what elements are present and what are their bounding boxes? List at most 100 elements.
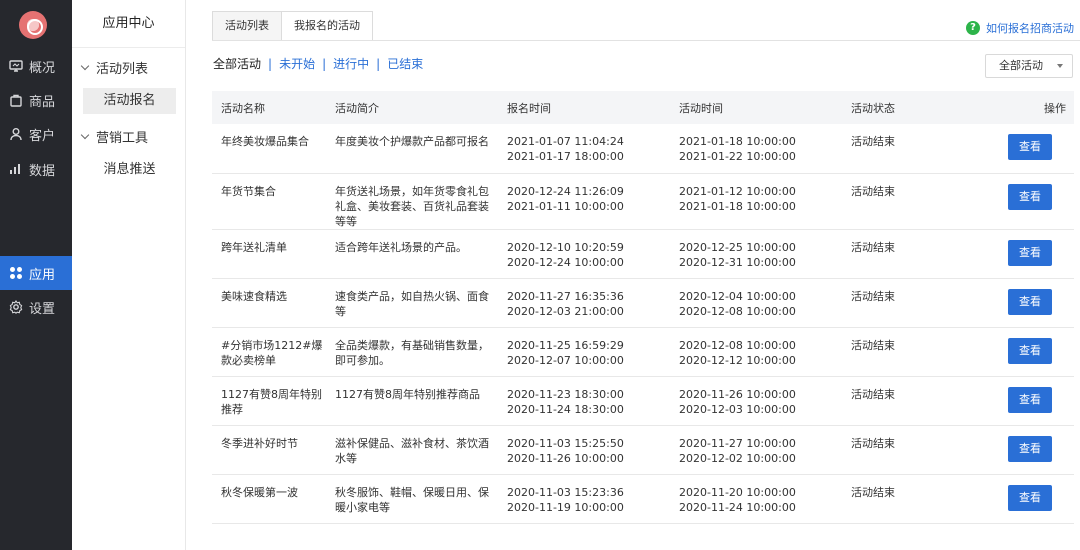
filter-not-started[interactable]: 未开始 — [279, 55, 315, 72]
activity-status: 活动结束 — [851, 436, 895, 450]
view-button[interactable]: 查看 — [1008, 239, 1052, 266]
activity-status: 活动结束 — [851, 240, 895, 254]
subnav-group-label: 营销工具 — [96, 131, 149, 146]
activity-end: 2021-01-18 10:00:00 — [679, 199, 796, 213]
view-button[interactable]: 查看 — [1008, 134, 1052, 160]
activity-end: 2020-12-31 10:00:00 — [679, 255, 796, 269]
col-header-desc: 活动简介 — [326, 91, 498, 124]
signup-end: 2020-12-24 10:00:00 — [507, 255, 624, 269]
signup-end: 2020-11-24 18:30:00 — [507, 402, 624, 416]
table-row: 年终美妆爆品集合 年度美妆个护爆款产品都可报名 2021-01-07 11:04:2… — [212, 124, 1074, 174]
subnav-group-activity-list[interactable]: 活动列表 — [80, 58, 149, 77]
nav-label: 商品 — [29, 94, 56, 110]
filter-ended[interactable]: 已结束 — [387, 55, 423, 72]
activity-name: 冬季进补好时节 — [221, 436, 298, 450]
chevron-down-icon — [80, 61, 90, 71]
secondary-nav: 应用中心 活动列表 活动报名 营销工具 消息推送 — [72, 0, 186, 550]
table-row: 跨年送礼清单 适合跨年送礼场景的产品。 2020-12-10 10:20:59 202… — [212, 229, 1074, 279]
col-header-action: 操作 — [962, 91, 1074, 124]
signup-end: 2020-12-03 21:00:00 — [507, 304, 624, 318]
signup-start: 2020-11-23 18:30:00 — [507, 387, 624, 401]
table-row: 年货节集合 年货送礼场景，如年货零食礼包礼盒、美妆套装、百货礼品套装等等 2020-… — [212, 173, 1074, 230]
subnav-title: 应用中心 — [72, 0, 185, 48]
help-link-label: 如何报名招商活动 — [986, 22, 1074, 35]
app-root: 概况 商品 客户 数据 应用 设置 应用中心 活动列表 活动报名 营销工具 消息… — [0, 0, 1080, 550]
activity-desc: 1127有赞8周年特别推荐商品 — [335, 387, 480, 401]
nav-item-apps[interactable]: 应用 — [0, 256, 72, 290]
view-button[interactable]: 查看 — [1008, 484, 1052, 511]
monitor-icon — [9, 60, 23, 72]
activity-type-select[interactable]: 全部活动 — [985, 54, 1073, 78]
col-header-signup-time: 报名时间 — [498, 91, 670, 124]
signup-end: 2020-11-26 10:00:00 — [507, 451, 624, 465]
table-header-row: 活动名称 活动简介 报名时间 活动时间 活动状态 操作 — [212, 91, 1074, 124]
activity-name: 美味速食精选 — [221, 289, 287, 303]
tab-my-signups[interactable]: 我报名的活动 — [282, 11, 373, 41]
nav-item-settings[interactable]: 设置 — [0, 290, 72, 324]
tab-activity-list[interactable]: 活动列表 — [212, 11, 282, 41]
activity-desc: 适合跨年送礼场景的产品。 — [335, 240, 467, 254]
table-row: #分销市场1212#爆款必卖榜单 全品类爆款，有基础销售数量，即可参加。 2020-… — [212, 327, 1074, 377]
primary-nav: 概况 商品 客户 数据 应用 设置 — [0, 0, 72, 550]
activity-status: 活动结束 — [851, 338, 895, 352]
status-filters: 全部活动 | 未开始 | 进行中 | 已结束 — [213, 55, 423, 72]
activity-end: 2020-12-08 10:00:00 — [679, 304, 796, 318]
activity-start: 2020-12-08 10:00:00 — [679, 338, 796, 352]
activity-desc: 秋冬服饰、鞋帽、保暖日用、保暖小家电等 — [335, 485, 489, 514]
table-row: 美味速食精选 速食类产品，如自热火锅、面食等 2020-11-27 16:35:36… — [212, 278, 1074, 328]
select-value: 全部活动 — [999, 59, 1043, 72]
activity-name: #分销市场1212#爆款必卖榜单 — [221, 338, 323, 367]
activity-start: 2021-01-18 10:00:00 — [679, 135, 796, 148]
activity-name: 年终美妆爆品集合 — [221, 135, 309, 148]
gear-icon — [9, 300, 23, 314]
user-icon — [10, 128, 22, 141]
view-button[interactable]: 查看 — [1008, 386, 1052, 413]
filter-all[interactable]: 全部活动 — [213, 55, 261, 72]
signup-start: 2020-11-03 15:25:50 — [507, 436, 624, 450]
bag-icon — [10, 94, 22, 107]
activity-end: 2020-11-24 10:00:00 — [679, 500, 796, 514]
table-row: 冬季进补好时节 滋补保健品、滋补食材、茶饮酒水等 2020-11-03 15:25:… — [212, 425, 1074, 475]
signup-start: 2020-11-25 16:59:29 — [507, 338, 624, 352]
activity-start: 2020-11-26 10:00:00 — [679, 387, 796, 401]
filter-separator: | — [376, 56, 381, 71]
activity-name: 秋冬保暖第一波 — [221, 485, 298, 499]
activity-name: 年货节集合 — [221, 184, 276, 198]
subnav-group-marketing-tools[interactable]: 营销工具 — [80, 127, 149, 146]
activity-status: 活动结束 — [851, 289, 895, 303]
table-row: 秋冬保暖第一波 秋冬服饰、鞋帽、保暖日用、保暖小家电等 2020-11-03 15:… — [212, 474, 1074, 524]
view-button[interactable]: 查看 — [1008, 183, 1052, 210]
signup-end: 2021-01-11 10:00:00 — [507, 199, 624, 213]
nav-item-data[interactable]: 数据 — [0, 152, 72, 186]
activity-status: 活动结束 — [851, 135, 895, 148]
chevron-down-icon — [80, 130, 90, 140]
signup-start: 2020-11-27 16:35:36 — [507, 289, 624, 303]
help-link[interactable]: ? 如何报名招商活动 — [966, 20, 1074, 36]
subnav-item-activity-signup[interactable]: 活动报名 — [83, 88, 176, 114]
filter-in-progress[interactable]: 进行中 — [333, 55, 369, 72]
activity-end: 2020-12-12 10:00:00 — [679, 353, 796, 367]
activity-start: 2020-11-27 10:00:00 — [679, 436, 796, 450]
nav-item-overview[interactable]: 概况 — [0, 49, 72, 83]
caret-down-icon — [1057, 64, 1063, 68]
view-button[interactable]: 查看 — [1008, 288, 1052, 315]
nav-label: 客户 — [29, 128, 56, 144]
activity-desc: 年度美妆个护爆款产品都可报名 — [335, 135, 489, 148]
activity-desc: 滋补保健品、滋补食材、茶饮酒水等 — [335, 436, 489, 465]
bar-chart-icon — [10, 164, 20, 174]
nav-item-customers[interactable]: 客户 — [0, 117, 72, 151]
nav-label: 设置 — [29, 301, 56, 317]
signup-end: 2020-11-19 10:00:00 — [507, 500, 624, 514]
subnav-item-message-push[interactable]: 消息推送 — [83, 157, 176, 183]
activity-start: 2021-01-12 10:00:00 — [679, 184, 796, 198]
shop-logo[interactable] — [19, 11, 47, 39]
subnav-group-label: 活动列表 — [96, 62, 149, 77]
activity-status: 活动结束 — [851, 387, 895, 401]
question-icon: ? — [966, 21, 980, 35]
activity-table: 活动名称 活动简介 报名时间 活动时间 活动状态 操作 年终美妆爆品集合 年度美妆… — [212, 91, 1074, 524]
view-button[interactable]: 查看 — [1008, 337, 1052, 364]
activity-desc: 全品类爆款，有基础销售数量，即可参加。 — [335, 338, 489, 367]
nav-label: 应用 — [29, 267, 56, 283]
view-button[interactable]: 查看 — [1008, 435, 1052, 462]
nav-item-products[interactable]: 商品 — [0, 83, 72, 117]
